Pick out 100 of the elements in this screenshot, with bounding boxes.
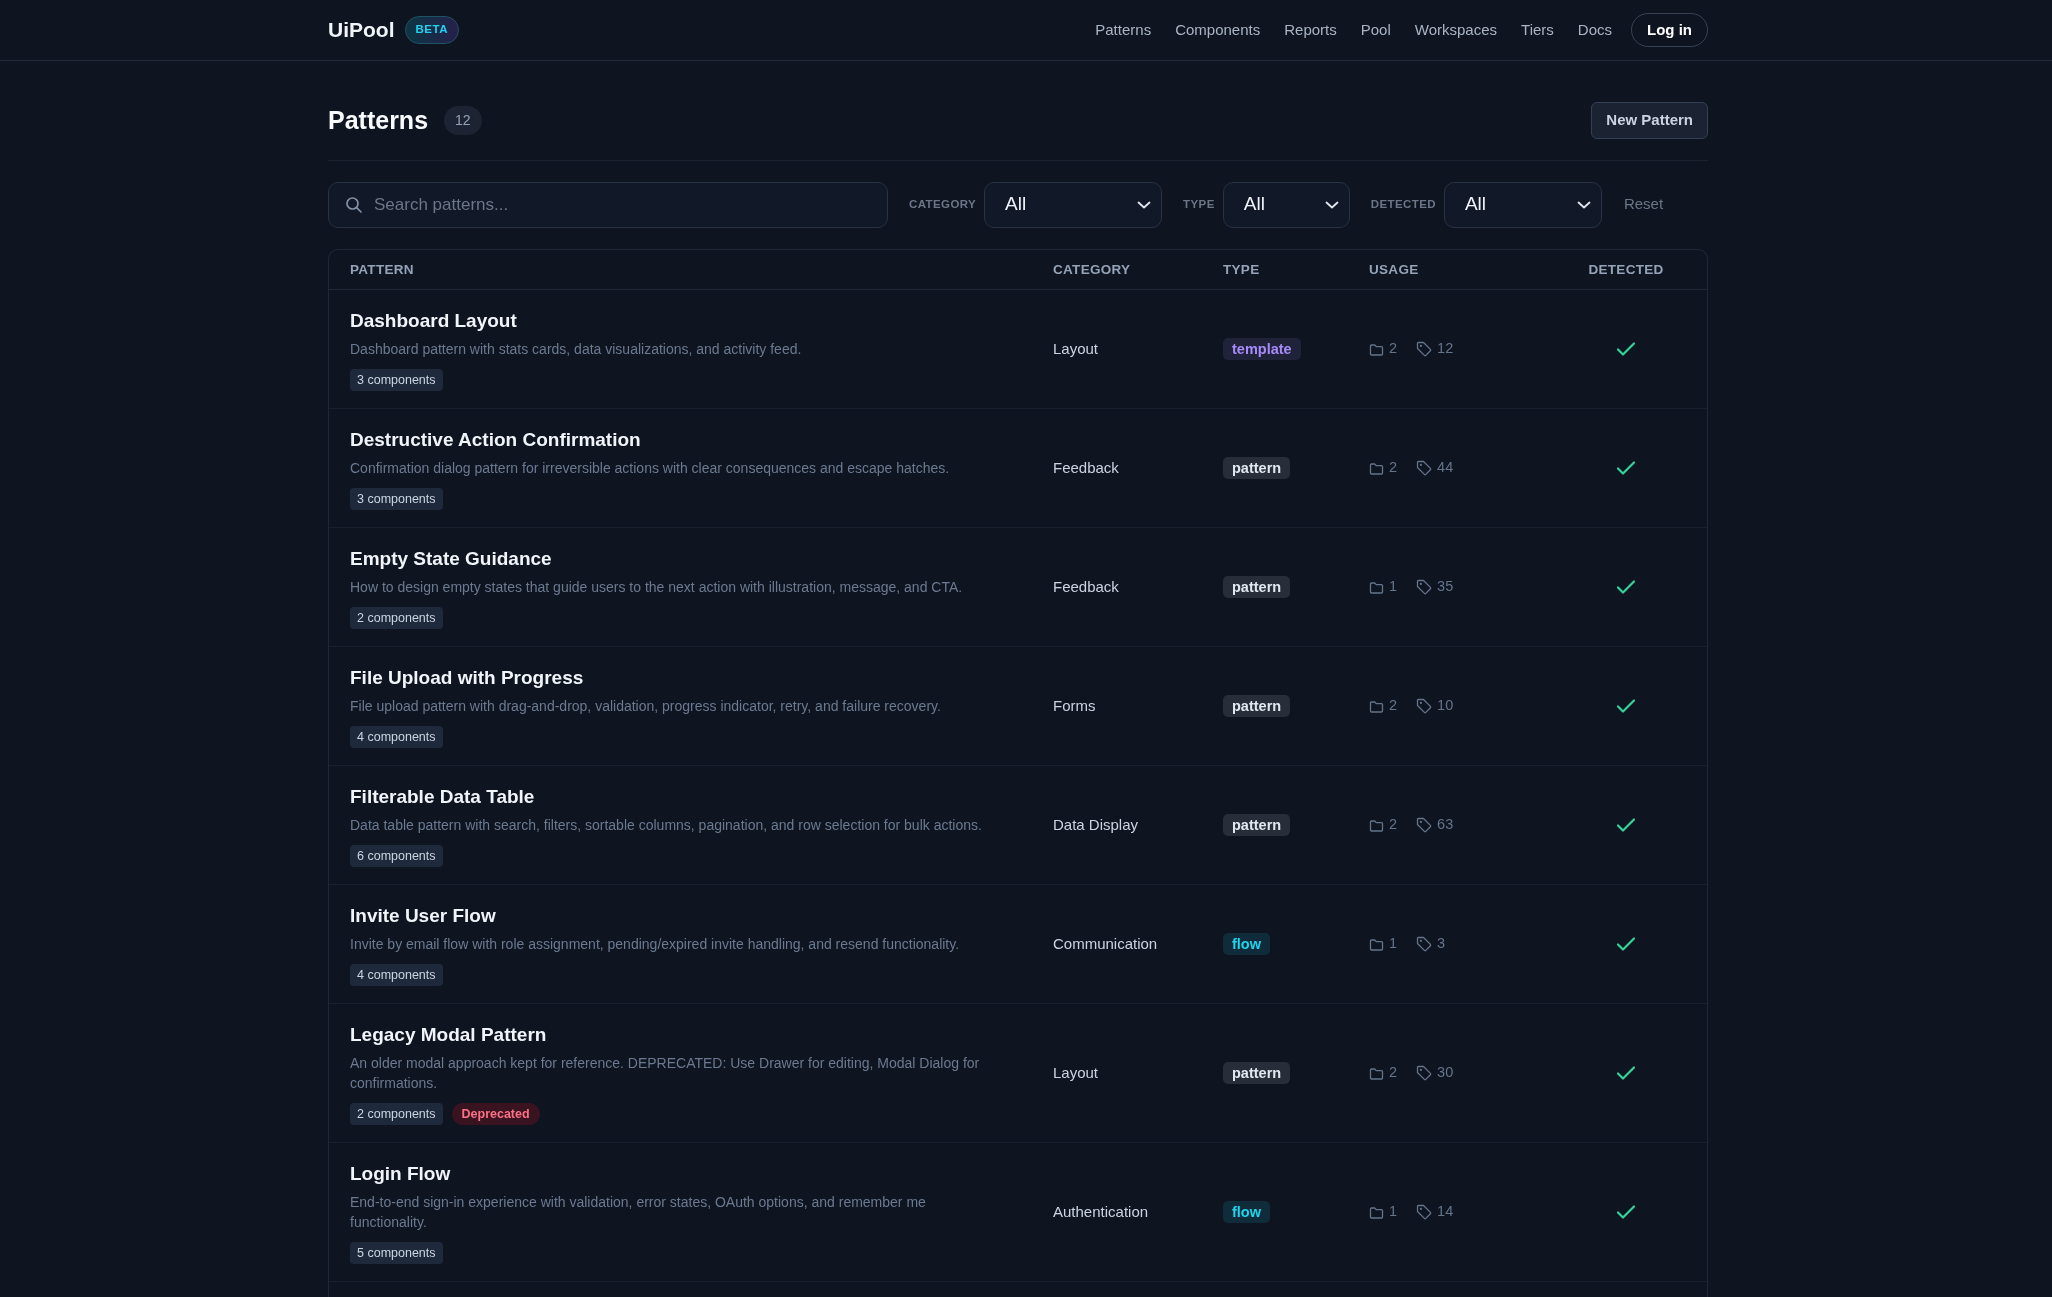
pattern-title: Legacy Modal Pattern <box>350 1022 547 1047</box>
category-text: Data Display <box>1053 816 1139 833</box>
folder-count: 2 <box>1389 815 1398 835</box>
page-title: Patterns <box>328 105 429 137</box>
component-count-tag: 6 components <box>350 844 443 867</box>
pattern-title: File Upload with Progress <box>350 665 584 690</box>
beta-badge: BETA <box>404 16 459 44</box>
chevron-down-icon <box>1576 200 1591 209</box>
component-count-tag: 4 components <box>350 725 443 748</box>
component-count-tag: 2 components <box>350 1102 443 1125</box>
tag-icon <box>1416 460 1433 476</box>
tag-icon <box>1416 817 1433 833</box>
tag-icon <box>1416 936 1433 952</box>
column-header: CATEGORY <box>1053 262 1131 277</box>
filter-label: DETECTED <box>1370 196 1436 212</box>
column-header: USAGE <box>1369 262 1419 277</box>
type-tag: pattern <box>1223 814 1291 836</box>
pattern-description: Data table pattern with search, filters, sortable columns, pagination, and row selection for bulk actions. <box>350 815 982 835</box>
type-tag: flow <box>1223 933 1270 955</box>
pattern-description: How to design empty states that guide users to the next action with illustration, message, and CTA. <box>350 577 963 597</box>
tag-count: 10 <box>1437 696 1454 716</box>
type-tag: flow <box>1223 1201 1270 1223</box>
nav-link[interactable]: Tiers <box>1521 18 1554 42</box>
chevron-down-icon <box>1324 200 1339 209</box>
nav-link[interactable]: Reports <box>1284 18 1337 42</box>
pattern-description: Invite by email flow with role assignment, pending/expired invite handling, and resend functionality. <box>350 934 960 954</box>
pattern-description: File upload pattern with drag-and-drop, validation, progress indicator, retry, and failure recovery. <box>350 696 941 716</box>
category-text: Layout <box>1053 1064 1099 1081</box>
nav-link[interactable]: Components <box>1175 18 1261 42</box>
pattern-title: Empty State Guidance <box>350 546 552 571</box>
nav-link[interactable]: Pool <box>1360 18 1391 42</box>
pattern-description: Confirmation dialog pattern for irreversible actions with clear consequences and escape hatches. <box>350 458 950 478</box>
tag-icon <box>1416 341 1433 357</box>
category-text: Layout <box>1053 340 1099 357</box>
category-text: Authentication <box>1053 1203 1149 1220</box>
type-tag: pattern <box>1223 576 1291 598</box>
column-header: PATTERN <box>350 262 414 277</box>
column-header: TYPE <box>1223 262 1260 277</box>
tag-icon <box>1416 1065 1433 1081</box>
folder-icon <box>1369 1205 1384 1219</box>
new-pattern-button[interactable]: New Pattern <box>1591 102 1708 139</box>
filter-label: TYPE <box>1183 196 1215 212</box>
nav-link[interactable]: Patterns <box>1095 18 1152 42</box>
nav-link[interactable]: Docs <box>1577 18 1612 42</box>
type-tag: template <box>1223 338 1301 360</box>
tag-icon <box>1416 579 1433 595</box>
pattern-title: Dashboard Layout <box>350 308 517 333</box>
folder-count: 2 <box>1389 339 1398 359</box>
component-count-tag: 2 components <box>350 606 443 629</box>
tag-count: 14 <box>1437 1202 1454 1222</box>
chevron-down-icon <box>1137 200 1152 209</box>
folder-count: 1 <box>1389 1202 1398 1222</box>
component-count-tag: 3 components <box>350 368 443 391</box>
pattern-count: 12 <box>444 105 482 135</box>
folder-icon <box>1369 461 1384 475</box>
filter-select[interactable]: All <box>1443 181 1602 228</box>
folder-icon <box>1369 580 1384 594</box>
folder-count: 1 <box>1389 934 1398 954</box>
pattern-title: Invite User Flow <box>350 903 496 928</box>
folder-icon <box>1369 937 1384 951</box>
pattern-description: Dashboard pattern with stats cards, data visualizations, and activity feed. <box>350 339 802 359</box>
reset-link[interactable]: Reset <box>1623 193 1664 216</box>
tag-icon <box>1416 1204 1433 1220</box>
tag-count: 63 <box>1437 815 1454 835</box>
tag-icon <box>1416 698 1433 714</box>
type-tag: pattern <box>1223 457 1291 479</box>
folder-icon <box>1369 342 1384 356</box>
category-text: Forms <box>1053 697 1096 714</box>
category-text: Communication <box>1053 935 1158 952</box>
folder-count: 2 <box>1389 1063 1398 1083</box>
category-text: Feedback <box>1053 459 1119 476</box>
folder-icon <box>1369 699 1384 713</box>
folder-count: 2 <box>1389 696 1398 716</box>
search-field[interactable]: Search patterns... <box>328 181 888 228</box>
pattern-description: End-to-end sign-in experience with validation, error states, OAuth options, and remember me functionality. <box>350 1192 927 1232</box>
nav-link[interactable]: Workspaces <box>1414 18 1498 42</box>
type-tag: pattern <box>1223 1062 1291 1084</box>
pattern-title: Destructive Action Confirmation <box>350 427 641 452</box>
column-header: DETECTED <box>1588 262 1664 277</box>
search-icon <box>345 195 362 213</box>
folder-count: 2 <box>1389 458 1398 478</box>
brand-name[interactable]: UiPool <box>328 14 395 46</box>
component-count-tag: 3 components <box>350 487 443 510</box>
deprecated-tag: Deprecated <box>451 1102 540 1125</box>
tag-count: 44 <box>1437 458 1454 478</box>
filter-select[interactable]: All <box>984 181 1163 228</box>
tag-count: 30 <box>1437 1063 1454 1083</box>
category-text: Feedback <box>1053 578 1119 595</box>
pattern-description: An older modal approach kept for reference. DEPRECATED: Use Drawer for editing, Modal Dialog for confirmations. <box>350 1053 981 1093</box>
filter-select[interactable]: All <box>1222 181 1350 228</box>
pattern-title: Login Flow <box>350 1161 451 1186</box>
folder-icon <box>1369 818 1384 832</box>
filter-label: CATEGORY <box>909 196 977 212</box>
pattern-title: Filterable Data Table <box>350 784 535 809</box>
component-count-tag: 4 components <box>350 963 443 986</box>
folder-count: 1 <box>1389 577 1398 597</box>
component-count-tag: 5 components <box>350 1241 443 1264</box>
folder-icon <box>1369 1066 1384 1080</box>
tag-count: 3 <box>1437 934 1446 954</box>
tag-count: 12 <box>1437 339 1454 359</box>
